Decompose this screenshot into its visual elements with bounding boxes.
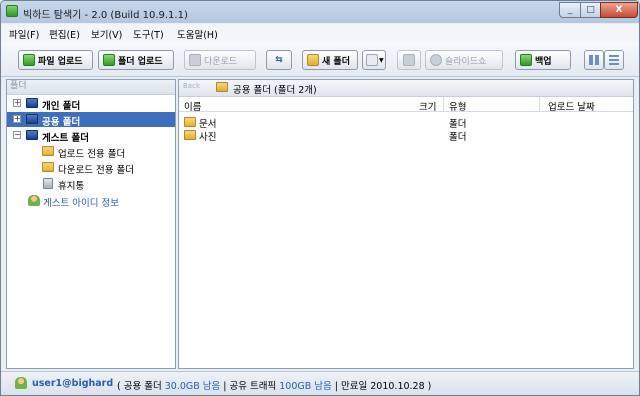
tree-item-label: 개인 폴더	[42, 101, 81, 112]
backup-icon	[520, 54, 532, 66]
file-type: 폴더	[449, 132, 467, 143]
tree-item-guest[interactable]: − 게스트 폴더	[7, 128, 175, 144]
menu-bar: 파일(F) 편집(E) 보기(V) 도구(T) 도움말(H)	[1, 24, 639, 42]
file-type: 폴더	[449, 119, 467, 130]
list-view-button[interactable]	[604, 50, 624, 70]
backup-button[interactable]: 백업	[515, 50, 571, 70]
download-icon	[189, 54, 201, 66]
folder-tree-panel: 폴더 + 개인 폴더 + 공용 폴더 − 게스트 폴더 업로드 전용 폴더 다운…	[6, 79, 176, 369]
chevron-down-icon: ▼	[379, 56, 384, 64]
computer-icon	[26, 130, 38, 140]
close-button[interactable]: X	[600, 2, 638, 18]
file-name: 문서	[199, 119, 217, 130]
app-window: 빅하드 탐색기 - 2.0 (Build 10.9.1.1) _ □ X 파일(…	[0, 0, 640, 396]
slideshow-label: 슬라이드쇼	[445, 56, 487, 67]
column-header: 이름 크기 유형 업로드 날짜	[179, 97, 633, 113]
expand-icon[interactable]: +	[13, 99, 21, 107]
trash-icon	[43, 178, 53, 189]
file-name: 사진	[199, 132, 217, 143]
column-name[interactable]: 이름	[184, 99, 201, 113]
new-folder-label: 새 폴더	[322, 56, 350, 67]
app-logo-icon	[6, 5, 18, 17]
tree-item-label: 다운로드 전용 폴더	[58, 165, 134, 176]
column-divider[interactable]	[539, 97, 540, 111]
file-row[interactable]: 사진 폴더	[179, 129, 633, 143]
maximize-button[interactable]: □	[580, 2, 601, 18]
toolbar: 파일 업로드 폴더 업로드 다운로드 ⇆ 새 폴더 ▼ 슬라이드쇼 백업	[1, 42, 639, 77]
column-type[interactable]: 유형	[449, 99, 466, 113]
status-traffic: 100GB 남음	[279, 381, 332, 392]
user-id: user1@bighard	[32, 378, 114, 389]
menu-edit[interactable]: 편집(E)	[49, 27, 80, 41]
folder-upload-button[interactable]: 폴더 업로드	[98, 50, 174, 70]
collapse-icon[interactable]: −	[13, 131, 21, 139]
path-bar: Back 공용 폴더 (폴더 2개)	[179, 80, 633, 97]
expand-icon[interactable]: +	[13, 115, 21, 123]
file-upload-label: 파일 업로드	[38, 56, 83, 67]
tree-item-label: 게스트 아이디 정보	[43, 198, 119, 209]
menu-file[interactable]: 파일(F)	[9, 27, 39, 41]
file-row[interactable]: 문서 폴더	[179, 116, 633, 130]
user-icon	[15, 377, 27, 389]
tree-item-upload-only[interactable]: 업로드 전용 폴더	[7, 144, 175, 160]
folder-icon	[184, 130, 196, 140]
tree-item-label: 휴지통	[58, 181, 85, 192]
menu-tools[interactable]: 도구(T)	[133, 27, 164, 41]
new-folder-button[interactable]: 새 폴더	[302, 50, 358, 70]
status-public-label: ( 공용 폴더	[117, 381, 165, 392]
download-folder-icon	[42, 162, 54, 172]
column-size[interactable]: 크기	[419, 99, 436, 113]
file-upload-button[interactable]: 파일 업로드	[18, 50, 93, 70]
column-divider[interactable]	[443, 97, 444, 111]
window-title: 빅하드 탐색기 - 2.0 (Build 10.9.1.1)	[23, 10, 188, 21]
download-label: 다운로드	[204, 56, 238, 67]
slideshow-button[interactable]: 슬라이드쇼	[425, 50, 503, 70]
user-icon	[28, 195, 40, 206]
tools-button[interactable]	[397, 50, 421, 70]
minimize-button[interactable]: _	[559, 2, 581, 18]
status-segment: ( 공용 폴더 30.0GB 남음 | 공유 트래픽 100GB 남음 | 만료…	[117, 378, 431, 392]
upload-icon	[23, 54, 35, 66]
title-bar: 빅하드 탐색기 - 2.0 (Build 10.9.1.1) _ □ X	[1, 1, 639, 23]
add-dropdown-button[interactable]: ▼	[362, 50, 386, 70]
file-add-icon	[366, 54, 378, 66]
menu-help[interactable]: 도움말(H)	[177, 27, 218, 41]
upload-icon	[103, 54, 115, 66]
tree-item-label: 게스트 폴더	[42, 133, 90, 144]
column-upload-date[interactable]: 업로드 날짜	[548, 99, 595, 113]
new-folder-icon	[307, 54, 319, 66]
tree-item-public[interactable]: + 공용 폴더	[7, 112, 175, 128]
computer-icon	[26, 114, 38, 124]
thumbnail-view-button[interactable]	[584, 50, 604, 70]
download-button[interactable]: 다운로드	[184, 50, 256, 70]
tree-item-trash[interactable]: 휴지통	[7, 176, 175, 192]
file-list-panel: Back 공용 폴더 (폴더 2개) 이름 크기 유형 업로드 날짜 문서 폴더…	[178, 79, 634, 369]
tree-item-personal[interactable]: + 개인 폴더	[7, 96, 175, 112]
folder-upload-label: 폴더 업로드	[118, 56, 163, 67]
list-view-icon	[609, 55, 619, 65]
status-bar: user1@bighard ( 공용 폴더 30.0GB 남음 | 공유 트래픽…	[1, 371, 639, 395]
folder-icon	[216, 82, 228, 92]
upload-folder-icon	[42, 146, 54, 156]
folder-tree-header: 폴더	[7, 80, 175, 95]
refresh-icon: ⇆	[275, 55, 283, 65]
status-traffic-label: | 공유 트래픽	[220, 381, 280, 392]
tree-item-label: 공용 폴더	[42, 117, 81, 128]
status-expiry: | 만료일 2010.10.28 )	[331, 381, 432, 392]
grid-view-icon	[589, 55, 599, 65]
backup-label: 백업	[535, 56, 552, 67]
tree-item-guest-id-info[interactable]: 게스트 아이디 정보	[7, 193, 175, 209]
tree-item-label: 업로드 전용 폴더	[58, 149, 126, 160]
status-free-space: 30.0GB 남음	[164, 381, 221, 392]
current-path: 공용 폴더 (폴더 2개)	[233, 85, 317, 96]
play-icon	[430, 54, 442, 66]
tree-item-download-only[interactable]: 다운로드 전용 폴더	[7, 160, 175, 176]
tools-icon	[403, 54, 415, 66]
back-icon[interactable]: Back	[183, 82, 200, 90]
computer-icon	[26, 98, 38, 108]
menu-view[interactable]: 보기(V)	[91, 27, 122, 41]
folder-icon	[184, 117, 196, 127]
refresh-button[interactable]: ⇆	[266, 50, 292, 70]
